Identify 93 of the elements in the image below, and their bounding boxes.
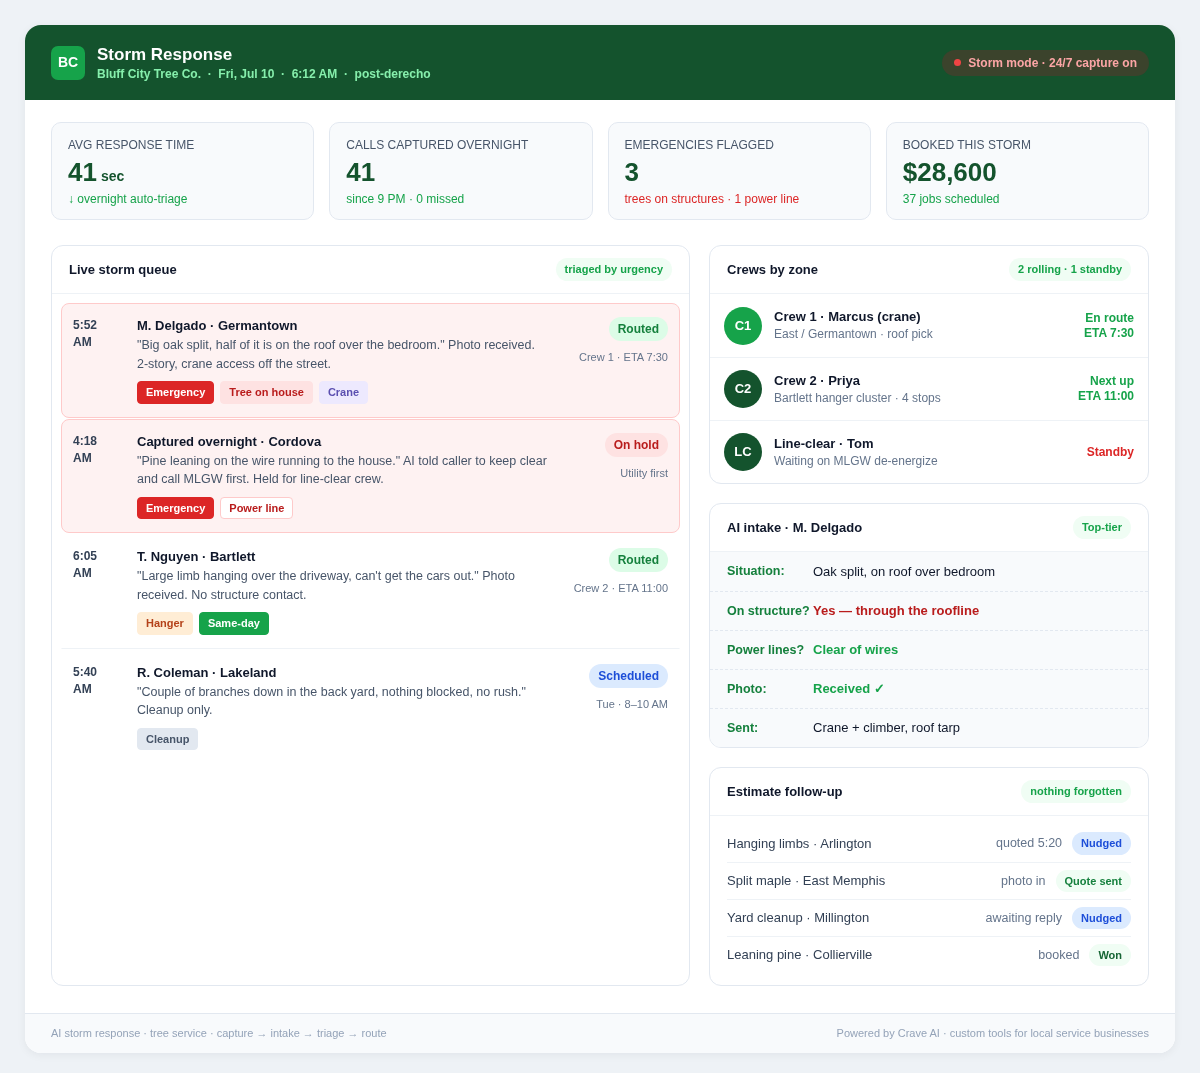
kpi-unit: sec bbox=[100, 167, 125, 186]
estimate-job: Leaning pine · Collierville bbox=[727, 946, 873, 965]
dispatch-detail: Crew 1 · ETA 7:30 bbox=[578, 350, 668, 365]
header-subtitle: Bluff City Tree Co. · Fri, Jul 10 · 6:12 AM · post-derecho bbox=[97, 65, 431, 82]
estimate-note: photo in bbox=[1001, 872, 1046, 890]
kpi-note: trees on structures · 1 power line bbox=[624, 191, 800, 207]
status-pill: On hold bbox=[604, 432, 668, 457]
kpi-label: AVG RESPONSE TIME bbox=[68, 137, 195, 153]
status-pill: Scheduled bbox=[589, 663, 668, 688]
estimate-note: awaiting reply bbox=[985, 909, 1063, 927]
estimate-job: Split maple · East Memphis bbox=[727, 872, 886, 891]
panel-title: Crews by zone bbox=[727, 260, 819, 279]
panel-badge: triaged by urgency bbox=[555, 258, 672, 281]
kpi-value: 41 bbox=[346, 157, 376, 187]
intake-label: Situation: bbox=[727, 563, 786, 581]
app-title: Storm Response bbox=[97, 43, 234, 66]
intake-label: Photo: bbox=[727, 680, 768, 698]
estimate-status: Won bbox=[1089, 943, 1131, 967]
kpi-value: $28,600 bbox=[902, 157, 997, 187]
crew-status: Standby bbox=[1086, 444, 1134, 460]
estimate-job: Yard cleanup · Millington bbox=[727, 909, 870, 928]
tag: Crane bbox=[318, 381, 369, 404]
estimate-job: Hanging limbs · Arlington bbox=[727, 834, 872, 853]
crew-avatar: LC bbox=[724, 433, 762, 471]
caller-name: T. Nguyen · Bartlett bbox=[137, 548, 256, 566]
crew-name: Line-clear · Tom bbox=[774, 434, 874, 453]
call-time: 6:05 AM bbox=[73, 548, 99, 582]
crew-avatar: C1 bbox=[724, 306, 762, 345]
logo-icon: BC bbox=[51, 45, 85, 80]
call-summary: "Large limb hanging over the driveway, can't get the cars out." Photo received. No structure contact. bbox=[137, 568, 516, 604]
estimate-status: Quote sent bbox=[1055, 869, 1131, 893]
panel-title: AI intake · M. Delgado bbox=[727, 518, 863, 537]
kpi-label: EMERGENCIES FLAGGED bbox=[624, 137, 774, 153]
crew-eta: ETA 11:00 bbox=[1077, 389, 1134, 404]
call-summary: "Big oak split, half of it is on the roof over the bedroom." Photo received. 2-story, crane access off the street. bbox=[137, 337, 536, 373]
crew-name: Crew 2 · Priya bbox=[774, 371, 860, 390]
panel-badge: 2 rolling · 1 standby bbox=[1009, 258, 1131, 281]
kpi-label: CALLS CAPTURED OVERNIGHT bbox=[346, 137, 529, 153]
call-time: 4:18 AM bbox=[73, 432, 99, 467]
storm-mode-pill: Storm mode · 24/7 capture on bbox=[942, 49, 1149, 76]
caller-name: R. Coleman · Lakeland bbox=[137, 663, 277, 682]
kpi-label: BOOKED THIS STORM bbox=[902, 137, 1031, 153]
kpi-value: 41 bbox=[68, 157, 97, 187]
panel-badge: nothing forgotten bbox=[1021, 780, 1131, 803]
tag: Emergency bbox=[137, 381, 215, 404]
panel-title: Live storm queue bbox=[69, 260, 177, 279]
crew-status: Next up bbox=[1090, 374, 1134, 389]
tag: Same-day bbox=[198, 612, 269, 635]
footer-credit: Powered by Crave AI · custom tools for local service businesses bbox=[836, 1026, 1149, 1042]
tag: Hanger bbox=[137, 612, 193, 635]
kpi-value: 3 bbox=[624, 157, 639, 187]
call-time: 5:40 AM bbox=[73, 663, 99, 698]
crew-assignment: Bartlett hanger cluster · 4 stops bbox=[774, 389, 941, 407]
estimate-note: booked bbox=[1038, 946, 1080, 964]
status-pill: Routed bbox=[608, 317, 668, 341]
status-pill: Routed bbox=[608, 548, 668, 572]
intake-label: Power lines? bbox=[727, 641, 806, 659]
crew-eta: ETA 7:30 bbox=[1084, 325, 1134, 341]
crew-status: En route bbox=[1085, 310, 1134, 326]
intake-value: Oak split, on roof over bedroom bbox=[813, 562, 996, 581]
call-time: 5:52 AM bbox=[73, 317, 99, 351]
estimate-note: quoted 5:20 bbox=[996, 835, 1063, 853]
tag: Cleanup bbox=[137, 727, 199, 750]
tag: Tree on house bbox=[220, 381, 313, 404]
tag: Emergency bbox=[137, 496, 215, 519]
dispatch-detail: Tue · 8–10 AM bbox=[596, 696, 668, 712]
dispatch-detail: Utility first bbox=[620, 465, 668, 481]
caller-name: Captured overnight · Cordova bbox=[137, 432, 322, 451]
panel-badge: Top-tier bbox=[1072, 516, 1131, 539]
intake-value: Clear of wires bbox=[813, 641, 899, 660]
panel-title: Estimate follow-up bbox=[727, 782, 843, 801]
intake-value: Crane + climber, roof tarp bbox=[813, 719, 961, 738]
queue-item[interactable] bbox=[61, 303, 680, 418]
crew-assignment: East / Germantown · roof pick bbox=[774, 326, 933, 343]
call-summary: "Couple of branches down in the back yard, nothing blocked, no rush." Cleanup only. bbox=[137, 683, 527, 719]
estimate-status: Nudged bbox=[1072, 832, 1131, 855]
footer-text: AI storm response · tree service · capture → intake → triage → route bbox=[51, 1026, 387, 1042]
call-summary: "Pine leaning on the wire running to the house." AI told caller to keep clear and call MLGW first. Held for line-clear crew. bbox=[137, 452, 548, 488]
dispatch-detail: Crew 2 · ETA 11:00 bbox=[573, 581, 668, 596]
intake-value: Received ✓ bbox=[813, 680, 885, 699]
kpi-note: since 9 PM · 0 missed bbox=[346, 191, 465, 207]
crew-name: Crew 1 · Marcus (crane) bbox=[774, 308, 921, 326]
kpi-note: ↓ overnight auto-triage bbox=[68, 191, 188, 207]
crew-avatar: C2 bbox=[724, 370, 762, 408]
tag: Power line bbox=[220, 496, 294, 519]
queue-item[interactable] bbox=[61, 418, 680, 533]
kpi-note: 37 jobs scheduled bbox=[902, 191, 1000, 207]
intake-label: On structure? bbox=[727, 602, 810, 620]
caller-name: M. Delgado · Germantown bbox=[137, 317, 298, 335]
intake-label: Sent: bbox=[727, 719, 760, 737]
intake-value: Yes — through the roofline bbox=[813, 602, 980, 621]
estimate-status: Nudged bbox=[1072, 906, 1131, 930]
crew-assignment: Waiting on MLGW de-energize bbox=[774, 452, 938, 470]
